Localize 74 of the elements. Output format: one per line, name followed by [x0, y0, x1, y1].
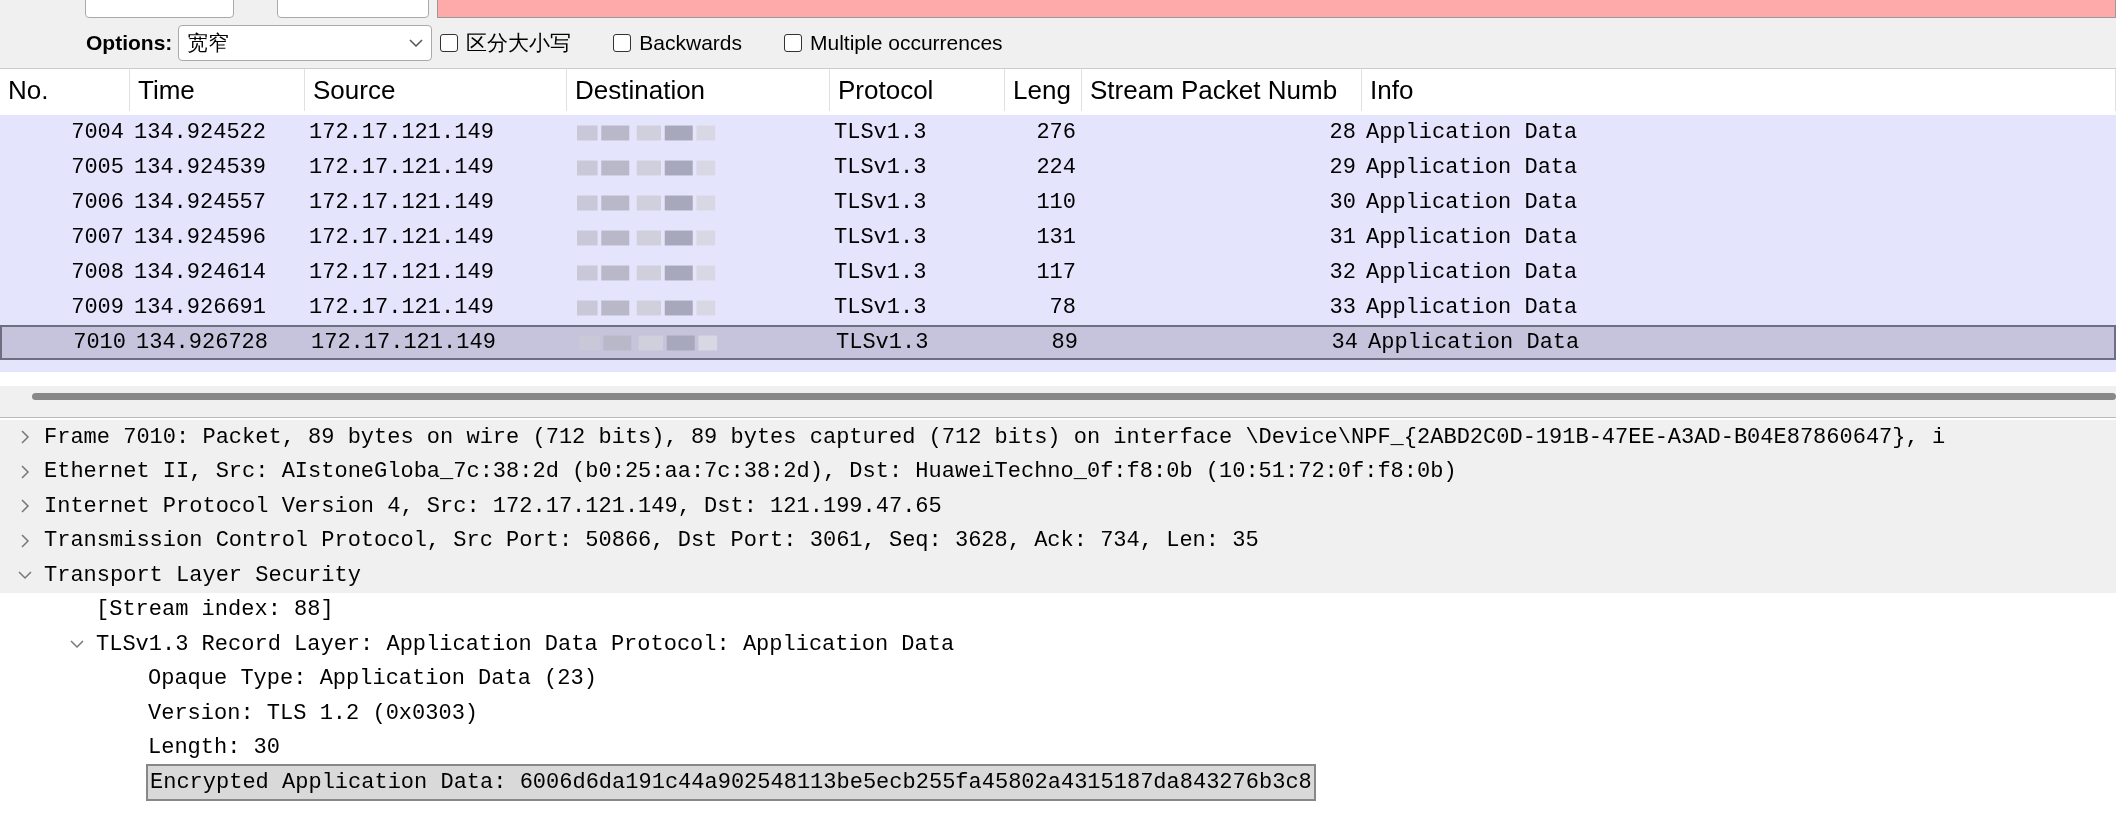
- table-cell-text: 7009: [71, 294, 124, 322]
- table-cell-text: 172.17.121.149: [309, 154, 494, 182]
- table-cell-text: Application Data: [1366, 259, 1578, 287]
- checkbox-label: 区分大小写: [466, 30, 572, 57]
- table-cell-text: Application Data: [1366, 189, 1578, 217]
- table-cell-text: TLSv1.3: [834, 224, 927, 252]
- table-cell-text: 276: [1036, 119, 1076, 147]
- table-cell-text: 31: [1329, 224, 1356, 252]
- checkbox[interactable]: [784, 34, 803, 52]
- table-cell-text: 172.17.121.149: [311, 329, 496, 357]
- scrollbar[interactable]: [32, 392, 2116, 400]
- checkbox-label: Multiple occurrences: [810, 30, 1003, 57]
- mode-dropdown[interactable]: 宽窄: [178, 25, 433, 61]
- column-header[interactable]: Leng: [1005, 69, 1082, 111]
- column-header[interactable]: Source: [305, 69, 567, 111]
- table-cell-text: 134.924596: [134, 224, 267, 252]
- checkbox[interactable]: [440, 34, 459, 52]
- table-cell-text: 89: [1051, 329, 1078, 357]
- table-cell-text: 7005: [71, 154, 124, 182]
- table-cell-text: 7007: [71, 224, 124, 252]
- table-cell-text: 134.924539: [134, 154, 267, 182]
- table-cell-text: 172.17.121.149: [309, 259, 494, 287]
- column-header[interactable]: Protocol: [830, 69, 1005, 111]
- table-cell-text: 224: [1036, 154, 1076, 182]
- table-cell-text: 33: [1329, 294, 1356, 322]
- tree-item[interactable]: Length: 30: [146, 731, 283, 765]
- table-cell-text: TLSv1.3: [836, 329, 929, 357]
- tree-item[interactable]: Encrypted Application Data: 6006d6da191c44a902548113be5ecb255fa45802a4315187da843276b3c8: [146, 763, 1316, 801]
- column-header[interactable]: Destination: [567, 69, 830, 111]
- table-cell-text: 117: [1036, 259, 1076, 287]
- table-cell-text: 134.926728: [136, 329, 269, 357]
- table-cell-text: 134.926691: [134, 294, 267, 322]
- tree-item[interactable]: Transport Layer Security: [42, 558, 363, 592]
- table-cell-text: 7004: [71, 119, 124, 147]
- table-cell-text: Application Data: [1366, 154, 1578, 182]
- tree-item[interactable]: TLSv1.3 Record Layer: Application Data Protocol: Application Data: [94, 627, 957, 661]
- table-cell-text: 134.924557: [134, 189, 267, 217]
- table-cell-text: 172.17.121.149: [309, 294, 494, 322]
- table-cell-text: TLSv1.3: [834, 154, 927, 182]
- table-cell-text: 172.17.121.149: [309, 119, 494, 147]
- table-cell-text: 134.924522: [134, 119, 267, 147]
- table-cell-text: 131: [1036, 224, 1076, 252]
- table-cell-text: 134.924614: [134, 259, 267, 287]
- options-label: Options:: [86, 30, 173, 57]
- table-cell-text: 7006: [71, 189, 124, 217]
- table-cell-text: 29: [1329, 154, 1356, 182]
- table-cell-text: TLSv1.3: [834, 189, 927, 217]
- table-cell-text: 78: [1049, 294, 1076, 322]
- tree-item[interactable]: Opaque Type: Application Data (23): [146, 662, 599, 696]
- table-cell-text: 7010: [73, 329, 126, 357]
- column-header[interactable]: No.: [0, 69, 130, 111]
- table-cell-text: 110: [1036, 189, 1076, 217]
- table-cell-text: TLSv1.3: [834, 259, 927, 287]
- checkbox-label: Backwards: [639, 30, 743, 57]
- table-cell-text: Application Data: [1366, 294, 1578, 322]
- table-cell-text: 172.17.121.149: [309, 224, 494, 252]
- table-cell-text: 28: [1329, 119, 1356, 147]
- table-cell-text: TLSv1.3: [834, 119, 927, 147]
- table-cell-text: Application Data: [1368, 329, 1580, 357]
- table-cell-text: 32: [1329, 259, 1356, 287]
- column-header[interactable]: Info: [1362, 69, 2116, 111]
- checkbox[interactable]: [613, 34, 632, 52]
- tree-item[interactable]: [Stream index: 88]: [94, 593, 336, 627]
- column-header[interactable]: Time: [130, 69, 305, 111]
- caret-icon: [409, 39, 424, 47]
- table-cell-text: 30: [1329, 189, 1356, 217]
- table-cell-text: Application Data: [1366, 119, 1578, 147]
- column-header[interactable]: Stream Packet Numb: [1082, 69, 1362, 111]
- table-cell-text: 34: [1331, 329, 1358, 357]
- table-cell-text: 7008: [71, 259, 124, 287]
- table-cell-text: Application Data: [1366, 224, 1578, 252]
- table-cell-text: TLSv1.3: [834, 294, 927, 322]
- table-cell-text: 172.17.121.149: [309, 189, 494, 217]
- tree-item[interactable]: Version: TLS 1.2 (0x0303): [146, 696, 481, 730]
